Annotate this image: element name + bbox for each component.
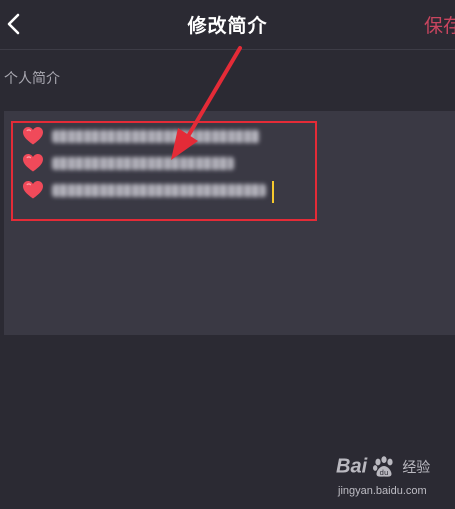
watermark-brand-suffix: 经验 — [402, 460, 431, 476]
baidu-jingyan-watermark: Bai du 经验 jingyan.baidu.com — [336, 455, 446, 500]
paw-icon: du — [373, 456, 393, 477]
annotation-arrow — [171, 46, 242, 160]
watermark-url: jingyan.baidu.com — [338, 485, 427, 497]
watermark-logo: Bai du 经验 — [336, 455, 430, 483]
watermark-brand-prefix: Bai — [336, 455, 368, 478]
svg-text:du: du — [380, 469, 389, 477]
